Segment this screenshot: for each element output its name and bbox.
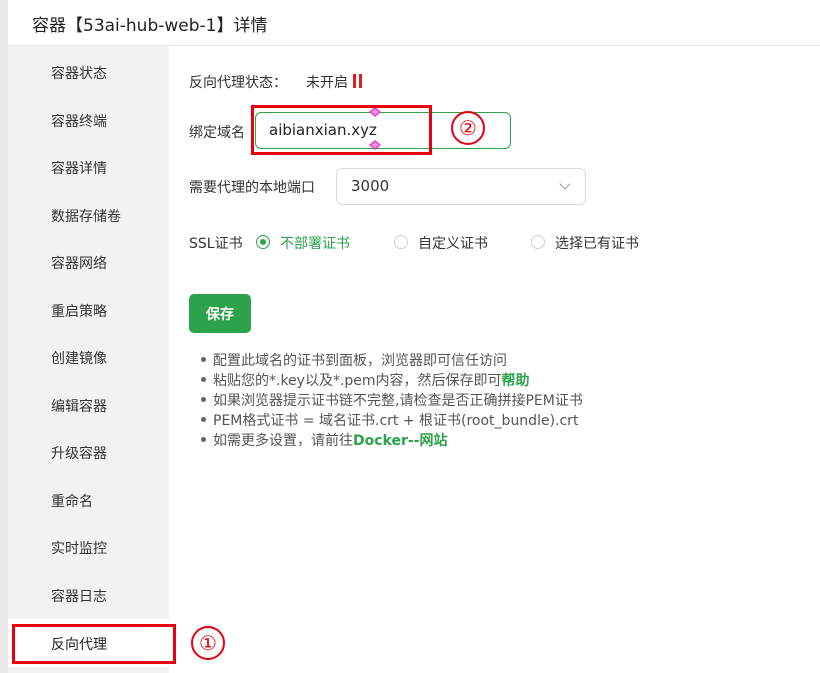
status-off-icon [352,74,364,88]
ssl-option-no-cert[interactable]: 不部署证书 [256,232,366,254]
sidebar-item-monitor[interactable]: 实时监控 [8,523,169,571]
radio-unchecked-icon [531,235,545,249]
list-item: 粘贴您的*.key以及*.pem内容，然后保存即可帮助 [195,369,795,389]
chevron-down-icon [561,183,569,191]
radio-checked-icon [256,235,270,249]
list-item: 如需更多设置，请前往Docker--网站 [195,429,795,449]
docker-site-link[interactable]: Docker--网站 [353,433,448,449]
dialog-title: 容器【53ai-hub-web-1】详情 [32,16,268,36]
tips-list: 配置此域名的证书到面板，浏览器即可信任访问 粘贴您的*.key以及*.pem内容… [195,349,795,449]
sidebar-item-logs[interactable]: 容器日志 [8,571,169,619]
help-link[interactable]: 帮助 [502,373,530,389]
domain-label: 绑定域名 [189,125,245,141]
annotation-box-domain [251,105,432,155]
sidebar-item-network[interactable]: 容器网络 [8,238,169,286]
port-label: 需要代理的本地端口 [189,180,315,196]
ssl-option-existing-cert[interactable]: 选择已有证书 [531,232,661,254]
sidebar-item-volumes[interactable]: 数据存储卷 [8,191,169,239]
sidebar-item-container-details[interactable]: 容器详情 [8,143,169,191]
save-button[interactable]: 保存 [189,294,251,333]
radio-unchecked-icon [394,235,408,249]
annotation-marker-1: ① [191,626,225,660]
list-item: PEM格式证书 = 域名证书.crt + 根证书(root_bundle).cr… [195,409,795,429]
proxy-status-value: 未开启 [306,75,348,91]
sidebar-item-rename[interactable]: 重命名 [8,476,169,524]
sidebar-item-container-terminal[interactable]: 容器终端 [8,96,169,144]
port-select[interactable]: 3000 [336,168,586,205]
sidebar-item-edit-container[interactable]: 编辑容器 [8,381,169,429]
sidebar-item-restart-policy[interactable]: 重启策略 [8,286,169,334]
ssl-option-custom-cert[interactable]: 自定义证书 [394,232,504,254]
sidebar-item-create-image[interactable]: 创建镜像 [8,333,169,381]
port-select-value: 3000 [351,177,390,195]
list-item: 配置此域名的证书到面板，浏览器即可信任访问 [195,349,795,369]
sidebar-item-container-status[interactable]: 容器状态 [8,48,169,96]
annotation-box-reverse-proxy [12,624,176,664]
dialog-header: 容器【53ai-hub-web-1】详情 [8,0,820,46]
sidebar: 容器状态 容器终端 容器详情 数据存储卷 容器网络 重启策略 创建镜像 编辑容器… [8,46,169,673]
window-edge [0,0,8,673]
proxy-status-label: 反向代理状态： [189,75,287,91]
ssl-label: SSL证书 [189,236,243,252]
list-item: 如果浏览器提示证书链不完整,请检查是否正确拼接PEM证书 [195,389,795,409]
sidebar-item-upgrade-container[interactable]: 升级容器 [8,428,169,476]
annotation-marker-2: ② [451,111,485,145]
